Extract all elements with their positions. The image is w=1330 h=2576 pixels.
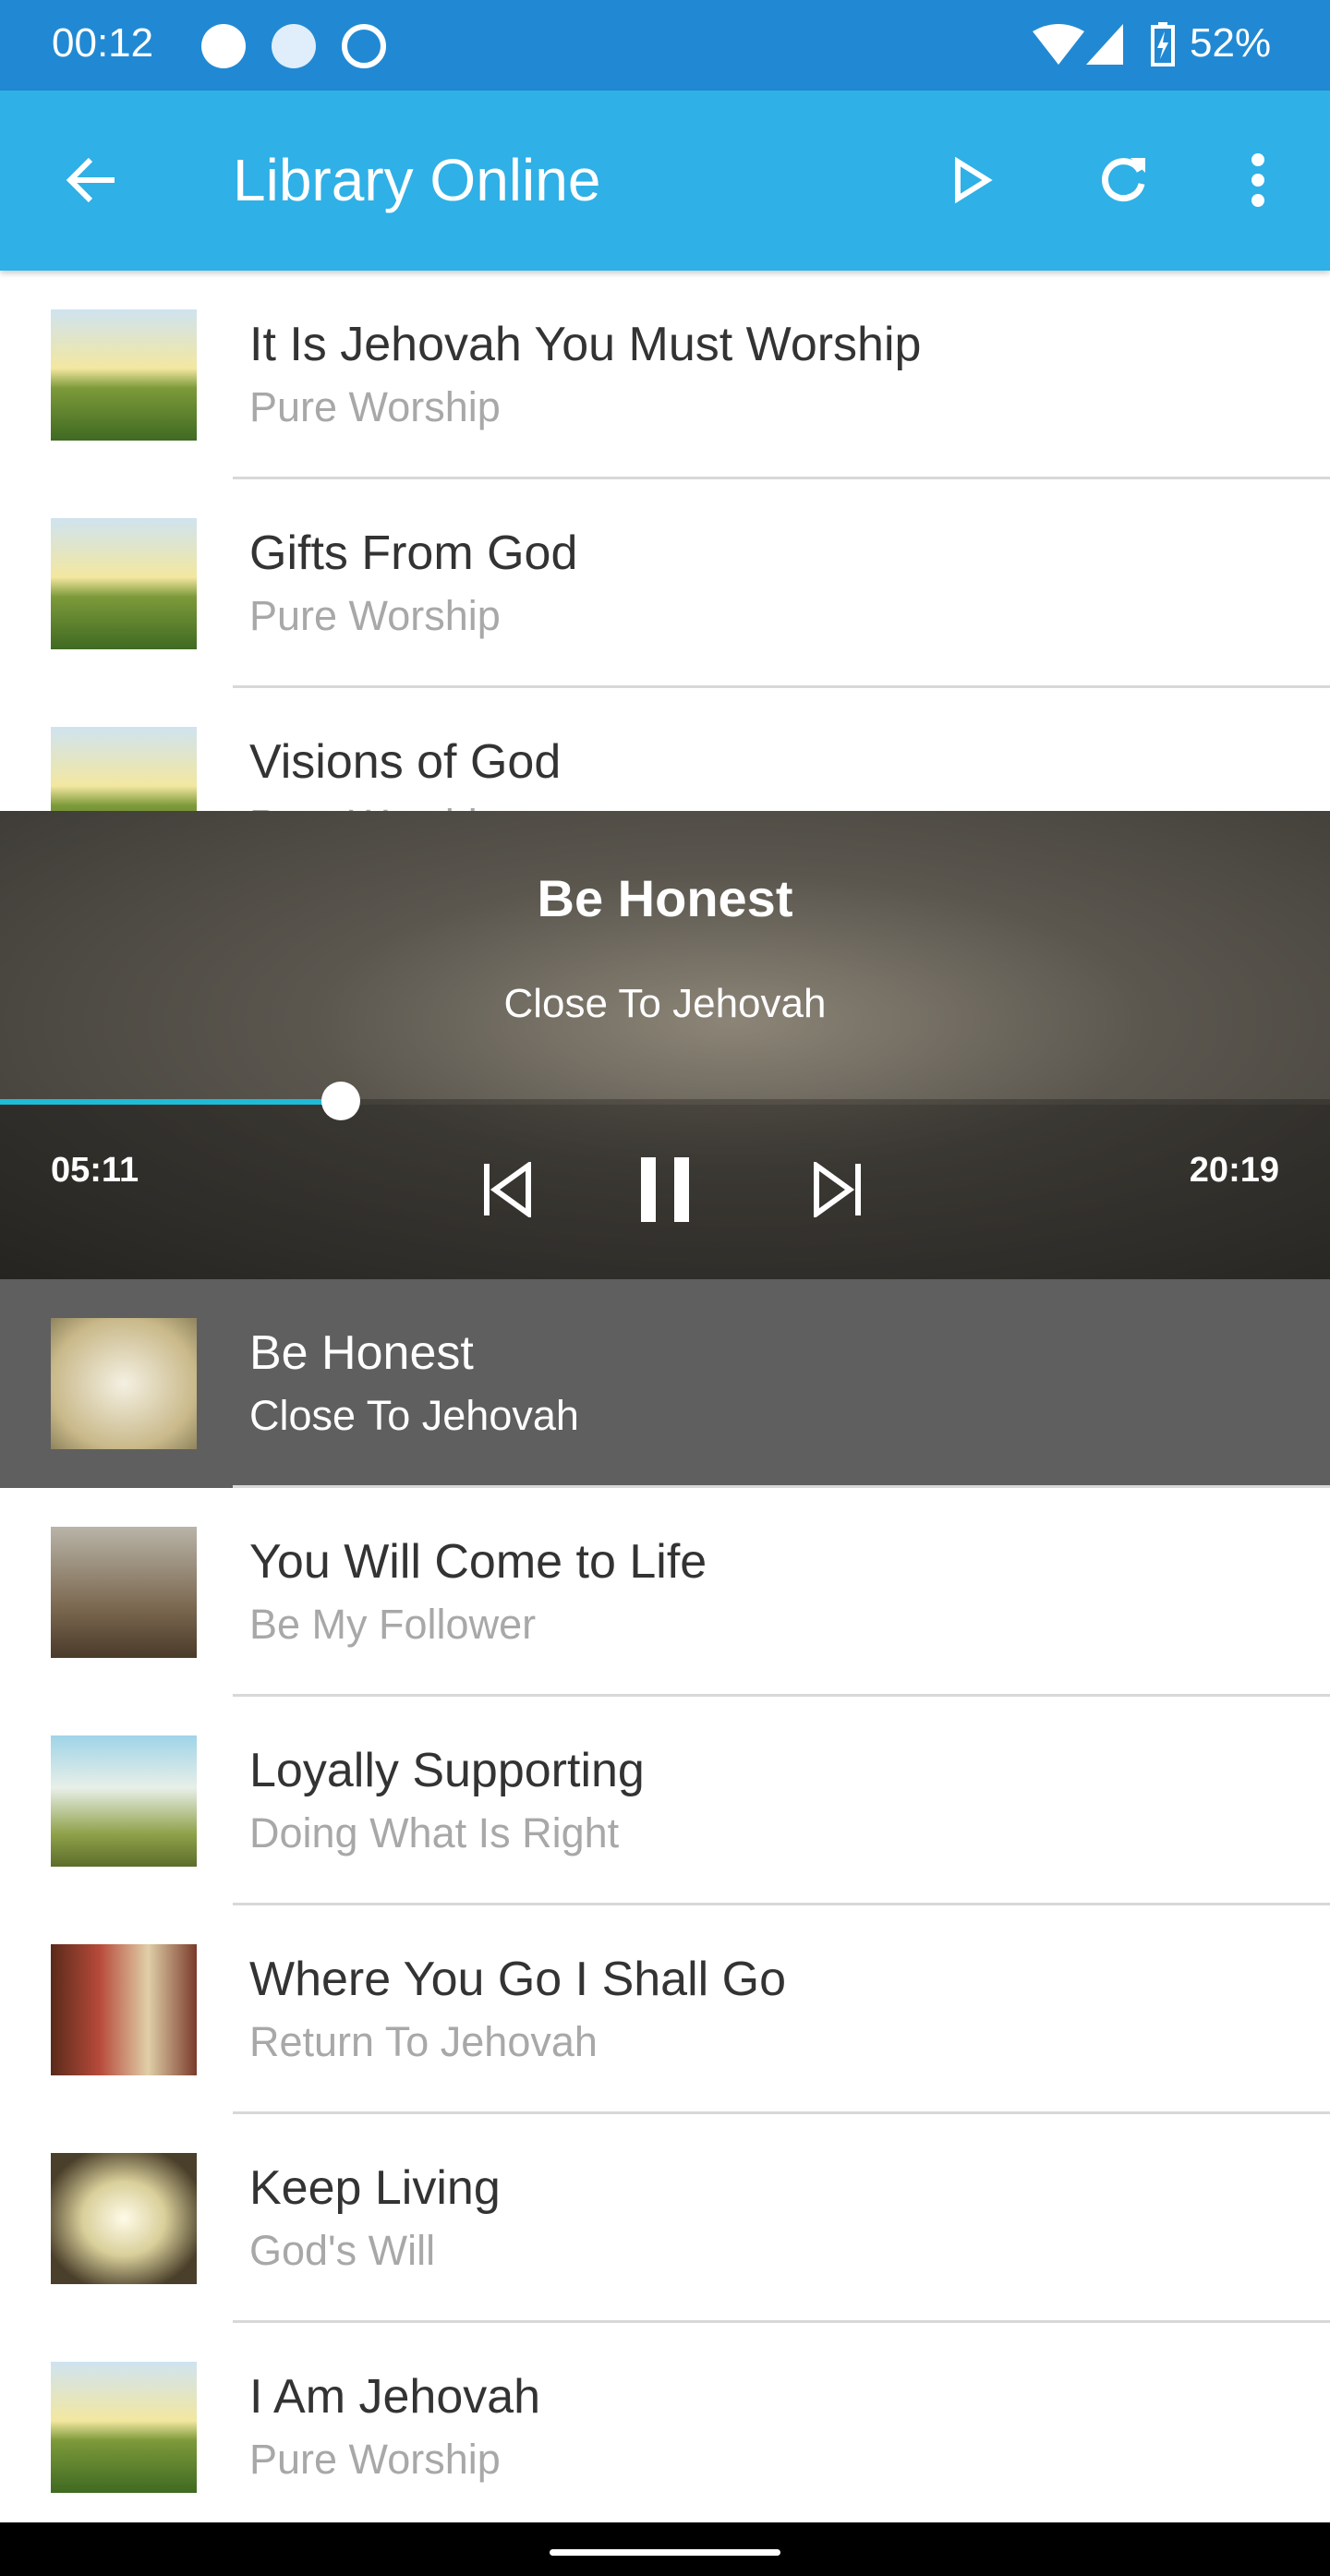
song-title: Loyally Supporting bbox=[249, 1744, 645, 1797]
refresh-icon bbox=[1102, 158, 1145, 202]
more-vert-icon bbox=[1251, 153, 1264, 207]
battery-percent: 52% bbox=[1190, 20, 1272, 66]
album-art-thumbnail bbox=[51, 1735, 197, 1867]
album-art-thumbnail bbox=[51, 1527, 197, 1658]
album-art-thumbnail bbox=[51, 309, 197, 441]
song-title: I Am Jehovah bbox=[249, 2370, 541, 2424]
song-title: Where You Go I Shall Go bbox=[249, 1953, 787, 2006]
elapsed-time: 05:11 bbox=[51, 1151, 139, 1190]
more-options-button[interactable] bbox=[1219, 141, 1297, 219]
wifi-icon bbox=[1033, 24, 1084, 65]
previous-button[interactable] bbox=[462, 1143, 554, 1236]
at-sign-icon bbox=[342, 24, 386, 68]
song-title: It Is Jehovah You Must Worship bbox=[249, 318, 922, 371]
list-item[interactable]: Gifts From God Pure Worship bbox=[0, 479, 1330, 688]
player-subtitle: Close To Jehovah bbox=[503, 981, 827, 1026]
album-art-thumbnail bbox=[51, 2362, 197, 2493]
play-all-button[interactable] bbox=[933, 141, 1010, 219]
song-title: Keep Living bbox=[249, 2161, 501, 2215]
pause-icon bbox=[641, 1157, 689, 1222]
album-art-thumbnail bbox=[51, 518, 197, 649]
next-button[interactable] bbox=[791, 1143, 883, 1236]
total-duration: 20:19 bbox=[1189, 1151, 1279, 1190]
skip-previous-icon bbox=[484, 1162, 531, 1217]
song-album: Close To Jehovah bbox=[249, 1392, 579, 1439]
battery-charging-icon bbox=[1151, 22, 1175, 67]
list-item[interactable]: Keep Living God's Will bbox=[0, 2114, 1330, 2323]
song-title: Visions of God bbox=[249, 735, 562, 789]
player-title: Be Honest bbox=[537, 869, 793, 927]
song-album: Pure Worship bbox=[249, 592, 501, 639]
play-icon bbox=[955, 157, 993, 203]
pause-button[interactable] bbox=[619, 1143, 711, 1236]
song-title: Be Honest bbox=[249, 1326, 474, 1380]
list-item[interactable]: Be Honest Close To Jehovah bbox=[0, 1279, 1330, 1488]
song-album: Doing What Is Right bbox=[249, 1809, 620, 1856]
seek-bar-progress bbox=[0, 1099, 341, 1105]
song-album: Pure Worship bbox=[249, 383, 501, 430]
page-title: Library Online bbox=[233, 147, 601, 213]
app-bar: Library Online bbox=[0, 91, 1330, 271]
status-time: 00:12 bbox=[52, 20, 154, 66]
song-album: Be My Follower bbox=[249, 1601, 537, 1648]
notification-n-icon bbox=[272, 24, 316, 68]
list-item[interactable]: I Am Jehovah Pure Worship bbox=[0, 2323, 1330, 2532]
status-bar: 00:12 52% bbox=[0, 0, 1330, 91]
now-playing-panel: Be Honest Close To Jehovah 05:11 20:19 bbox=[0, 811, 1330, 1279]
back-button[interactable] bbox=[52, 141, 129, 219]
home-gesture-handle[interactable] bbox=[550, 2549, 780, 2556]
list-item[interactable]: It Is Jehovah You Must Worship Pure Wors… bbox=[0, 271, 1330, 479]
seek-bar[interactable] bbox=[0, 1082, 1330, 1120]
album-art-thumbnail bbox=[51, 1318, 197, 1449]
list-item[interactable]: Where You Go I Shall Go Return To Jehova… bbox=[0, 1905, 1330, 2114]
list-item[interactable]: You Will Come to Life Be My Follower bbox=[0, 1488, 1330, 1697]
refresh-button[interactable] bbox=[1084, 141, 1162, 219]
seek-bar-thumb[interactable] bbox=[320, 1082, 360, 1120]
song-title: Gifts From God bbox=[249, 526, 578, 580]
back-arrow-icon bbox=[66, 157, 115, 203]
album-art-thumbnail bbox=[51, 2153, 197, 2284]
signal-icon bbox=[1086, 24, 1123, 65]
song-album: God's Will bbox=[249, 2227, 436, 2274]
skip-next-icon bbox=[814, 1162, 861, 1217]
list-item[interactable]: Loyally Supporting Doing What Is Right bbox=[0, 1697, 1330, 1905]
song-album: Return To Jehovah bbox=[249, 2018, 598, 2065]
navigation-bar bbox=[0, 2522, 1330, 2576]
song-title: You Will Come to Life bbox=[249, 1535, 707, 1589]
song-album: Pure Worship bbox=[249, 2436, 501, 2483]
play-circle-icon bbox=[201, 24, 246, 68]
album-art-thumbnail bbox=[51, 1944, 197, 2075]
